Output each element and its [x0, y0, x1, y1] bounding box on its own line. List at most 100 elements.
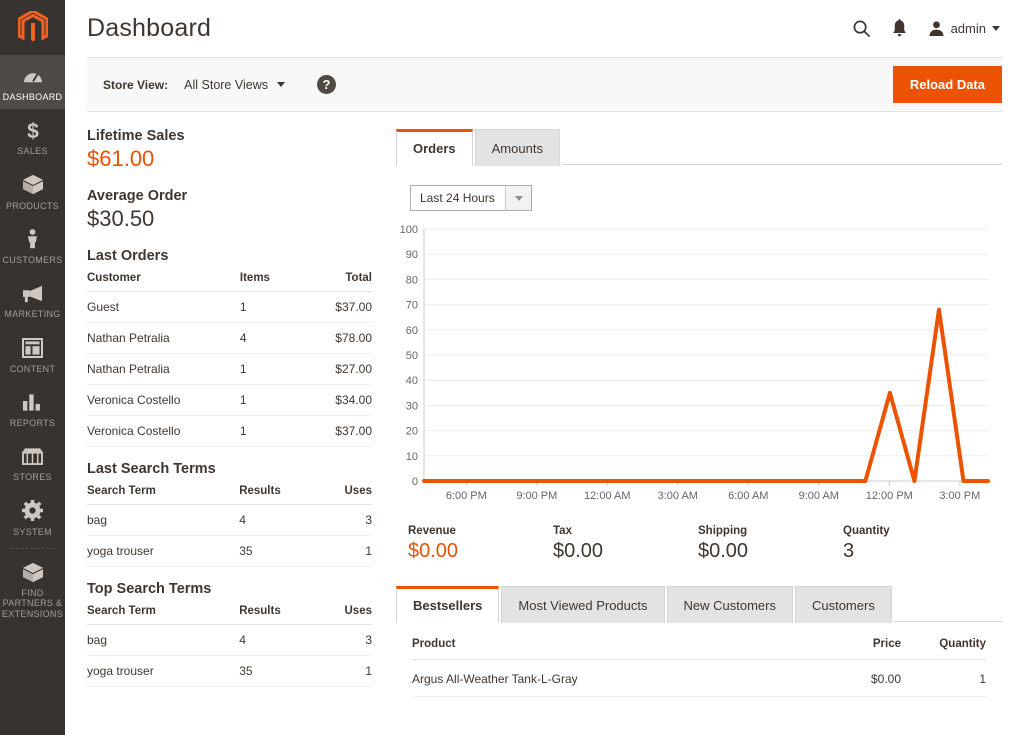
chart-y-tick-label: 40	[406, 375, 418, 387]
chart-y-tick-label: 100	[400, 224, 418, 236]
tab-bestsellers[interactable]: Bestsellers	[396, 586, 500, 623]
sidebar-item-customers[interactable]: Customers	[0, 218, 65, 272]
last-orders-row[interactable]: Nathan Petralia 4 $78.00	[87, 322, 372, 354]
sidebar-item-dashboard[interactable]: Dashboard	[0, 55, 65, 110]
last-search-terms-title: Last Search Terms	[87, 461, 216, 477]
tabstrip-rule	[561, 164, 1002, 165]
admin-user-name: admin	[950, 21, 986, 36]
chart-y-tick-label: 20	[406, 426, 418, 438]
cell-results: 4	[239, 624, 312, 656]
dollar-icon: $	[26, 118, 40, 142]
store-view-select[interactable]: All Store Views	[184, 78, 285, 92]
sidebar-item-label: Find Partners & Extensions	[2, 588, 64, 619]
last-orders-row[interactable]: Veronica Costello 1 $34.00	[87, 384, 372, 416]
cell-search-term: bag	[87, 624, 240, 656]
total-tax-value: $0.00	[553, 540, 604, 562]
average-order-label: Average Order	[87, 188, 188, 204]
cell-results: 4	[239, 504, 312, 536]
header-actions: admin	[852, 19, 1000, 38]
total-revenue-label: Revenue	[408, 525, 456, 537]
bell-glyph	[892, 19, 906, 37]
top-header: Dashboard admin	[65, 0, 1024, 57]
chart-y-tick-label: 50	[406, 350, 418, 362]
chevron-down-icon	[505, 186, 531, 210]
sidebar-item-find-partners-extensions[interactable]: Find Partners & Extensions	[0, 551, 65, 626]
chart-x-tick-label: 3:00 AM	[658, 490, 698, 502]
tab-customers[interactable]: Customers	[794, 586, 892, 623]
last-orders-row[interactable]: Veronica Costello 1 $37.00	[87, 415, 372, 447]
sidebar-item-label: Customers	[2, 255, 63, 266]
bottom-tabs: Bestsellers Most Viewed Products New Custo…	[396, 585, 1002, 623]
sidebar-item-system[interactable]: System	[0, 490, 65, 544]
last-search-term-row[interactable]: bag 4 3	[87, 504, 372, 536]
period-select[interactable]: Last 24 Hours	[410, 185, 532, 211]
page-title: Dashboard	[87, 14, 212, 42]
sidebar-item-label: Reports	[9, 418, 56, 429]
lifetime-sales-value: $61.00	[87, 146, 155, 171]
sidebar-item-products[interactable]: Products	[0, 164, 65, 218]
bestsellers-table: Product Price Quantity Argus All-Weather…	[412, 622, 986, 697]
cell-customer: Nathan Petralia	[87, 322, 240, 354]
cell-total: $37.00	[311, 291, 372, 323]
cell-uses: 1	[311, 655, 372, 687]
layout-icon	[22, 336, 43, 360]
col-price: Price	[806, 622, 901, 660]
search-icon[interactable]	[852, 19, 871, 38]
reload-data-button[interactable]: Reload Data	[892, 66, 1002, 103]
cell-price: $0.00	[806, 659, 901, 697]
help-icon[interactable]: ?	[316, 75, 336, 94]
table-header-row: Search Term Results Uses	[87, 605, 372, 625]
sidebar-item-content[interactable]: Content	[0, 327, 65, 381]
orders-chart-svg: 0 10 20 30 40 50 60 70 80 90 100 6:00 PM 9:00 PM 12:0…	[400, 224, 990, 502]
sidebar-item-label: Stores	[13, 472, 52, 483]
chart-tabs: Orders Amounts	[396, 128, 1002, 166]
chart-series-orders	[422, 307, 990, 483]
total-quantity-value: 3	[843, 540, 855, 562]
chevron-down-icon	[276, 82, 285, 87]
bell-icon[interactable]	[891, 19, 908, 38]
sidebar-item-reports[interactable]: Reports	[0, 381, 65, 435]
megaphone-icon	[21, 281, 44, 305]
tab-new-customers[interactable]: New Customers	[666, 586, 793, 623]
chart-x-tick-label: 6:00 AM	[728, 490, 768, 502]
chart-x-tick-label: 9:00 PM	[516, 490, 557, 502]
lifetime-sales-label: Lifetime Sales	[87, 128, 185, 144]
sidebar-item-label: Dashboard	[2, 92, 63, 102]
total-revenue: Revenue $0.00	[408, 525, 553, 563]
sidebar-item-sales[interactable]: $ Sales	[0, 109, 65, 163]
storefront-icon	[21, 444, 44, 468]
chart-x-tick-label: 6:00 PM	[446, 490, 487, 502]
sidebar-item-marketing[interactable]: Marketing	[0, 272, 65, 326]
bestsellers-row[interactable]: Argus All-Weather Tank-L-Gray $0.00 1	[412, 659, 986, 697]
tab-most-viewed-products[interactable]: Most Viewed Products	[501, 586, 665, 623]
sidebar-item-stores[interactable]: Stores	[0, 435, 65, 489]
cell-items: 1	[239, 415, 312, 447]
top-search-term-row[interactable]: yoga trouser 35 1	[87, 655, 372, 687]
cell-items: 1	[239, 291, 312, 323]
chart-x-tick-label: 3:00 PM	[939, 490, 980, 502]
last-search-terms-table: Search Term Results Uses bag 4 3 yoga trous…	[87, 485, 372, 567]
col-customer: Customer	[87, 272, 240, 292]
table-header-row: Search Term Results Uses	[87, 485, 372, 505]
magento-logo[interactable]	[0, 0, 65, 55]
sidebar-item-label: Content	[9, 363, 56, 374]
last-search-term-row[interactable]: yoga trouser 35 1	[87, 535, 372, 567]
table-header-row: Product Price Quantity	[412, 622, 986, 660]
col-search-term: Search Term	[87, 485, 240, 505]
top-search-term-row[interactable]: bag 4 3	[87, 624, 372, 656]
box-icon	[22, 173, 44, 197]
cell-quantity: 1	[901, 659, 986, 697]
sidebar-nav: Dashboard $ Sales Products Customers Marketin…	[0, 55, 65, 626]
total-shipping: Shipping $0.00	[698, 525, 843, 563]
last-orders-row[interactable]: Nathan Petralia 1 $27.00	[87, 353, 372, 385]
last-orders-row[interactable]: Guest 1 $37.00	[87, 291, 372, 323]
tab-amounts[interactable]: Amounts	[474, 129, 560, 166]
lifetime-sales-block: Lifetime Sales $61.00	[87, 128, 372, 172]
chart-x-tick-label: 12:00 AM	[584, 490, 630, 502]
tab-orders[interactable]: Orders	[396, 129, 473, 166]
cell-uses: 3	[311, 624, 372, 656]
col-total: Total	[311, 272, 372, 292]
admin-user-menu[interactable]: admin	[928, 20, 1000, 37]
magento-logo-icon	[17, 11, 48, 42]
user-avatar-icon	[929, 21, 944, 37]
